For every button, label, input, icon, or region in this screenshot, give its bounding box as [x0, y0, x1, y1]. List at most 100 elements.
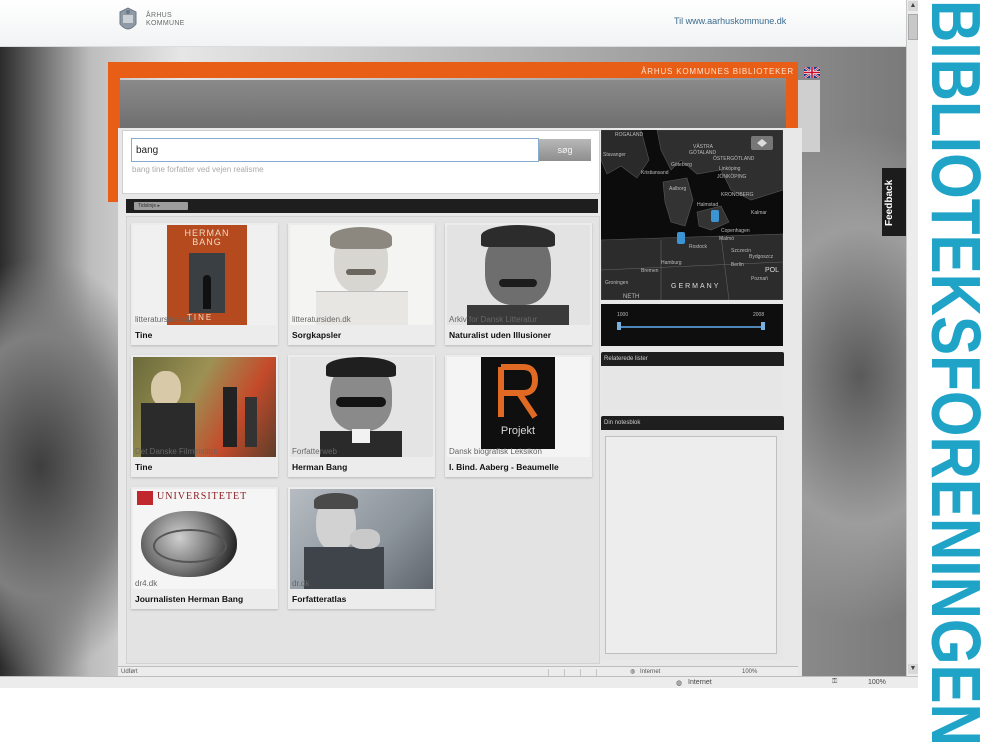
status-text: Udført: [121, 669, 138, 675]
book-cover-title-line: BANG: [192, 237, 222, 247]
timeline-slider[interactable]: 1000 2008: [601, 304, 783, 346]
map-label: Halmstad: [697, 202, 718, 208]
result-title[interactable]: Sorgkapsler: [292, 330, 341, 340]
globe-icon: ◍: [676, 680, 683, 687]
map-label: Berlin: [731, 262, 744, 268]
university-wordmark: UNIVERSITETET: [157, 491, 248, 502]
map-label: NETH: [623, 294, 639, 300]
portrait-photo-icon: [290, 489, 433, 589]
map-label: Groningen: [605, 280, 629, 286]
page-scrollbar[interactable]: ▲ ▼: [906, 0, 918, 676]
result-source: Dansk biografisk Leksikon: [449, 447, 542, 456]
result-source: litteratursiden.dk: [135, 315, 194, 324]
timeline-start-handle[interactable]: [617, 322, 621, 330]
map-country-label: GERMANY: [671, 283, 720, 290]
notepad-textarea[interactable]: [605, 436, 777, 654]
map-label: Stavanger: [603, 152, 626, 158]
map-label: KRONOBERG: [721, 192, 754, 198]
result-source: Forfatterweb: [292, 447, 337, 456]
related-lists-panel: [601, 366, 783, 410]
map-label: ÖSTERGÖTLAND: [713, 155, 755, 162]
municipality-name: ÅRHUS KOMMUNE: [146, 12, 185, 27]
portrait-photo-icon: [447, 225, 590, 325]
result-title[interactable]: I. Bind. Aaberg - Beaumelle: [449, 462, 559, 472]
map-label: VÄSTRA: [693, 143, 714, 150]
status-zoom[interactable]: 100%: [742, 669, 757, 675]
map-label: Kalmar: [751, 210, 767, 216]
map-label: Kristiansand: [641, 170, 669, 176]
result-title[interactable]: Tine: [135, 462, 152, 472]
english-flag-icon[interactable]: [804, 67, 820, 78]
notepad-panel: [601, 430, 783, 660]
map-widget[interactable]: ROGALAND Stavanger VÄSTRA GÖTALAND ÖSTER…: [601, 130, 783, 300]
municipality-header: ÅRHUS KOMMUNE Til www.aarhuskommune.dk: [0, 0, 906, 47]
projekt-wordmark: Projekt: [500, 425, 536, 437]
map-label: Bremen: [641, 268, 659, 274]
result-card[interactable]: Arkiv for Dansk Litteratur Naturalist ud…: [445, 223, 592, 345]
municipality-crest-icon: [119, 7, 137, 30]
result-card[interactable]: HERMAN BANG TINE litteratursiden.dk Tine: [131, 223, 278, 345]
scroll-down-icon[interactable]: ▼: [908, 664, 918, 674]
result-title[interactable]: Journalisten Herman Bang: [135, 594, 243, 604]
map-label: Poznań: [751, 276, 768, 282]
map-canvas: ROGALAND Stavanger VÄSTRA GÖTALAND ÖSTER…: [601, 130, 783, 300]
result-title[interactable]: Herman Bang: [292, 462, 347, 472]
result-title[interactable]: Tine: [135, 330, 152, 340]
result-source: dr.dk: [292, 579, 310, 588]
result-card[interactable]: Forfatterweb Herman Bang: [288, 355, 435, 477]
result-card[interactable]: dr.dk Forfatteratlas: [288, 487, 435, 609]
map-label: Göteborg: [671, 162, 692, 168]
app-banner-bar: [120, 80, 786, 128]
timeline-end-year: 2008: [753, 312, 765, 318]
status-zone: Internet: [640, 669, 661, 675]
scroll-thumb[interactable]: [908, 14, 918, 40]
result-source: litteratursiden.dk: [292, 315, 351, 324]
result-card[interactable]: UNIVERSITETET dr4.dk Journalisten Herman…: [131, 487, 278, 609]
map-label: Copenhagen: [721, 228, 750, 234]
map-label: Hamburg: [661, 260, 682, 266]
result-title[interactable]: Naturalist uden Illusioner: [449, 330, 551, 340]
feedback-tab[interactable]: Feedback: [882, 168, 906, 236]
map-label: Bydgoszcz: [749, 254, 774, 260]
status-zoom[interactable]: 100%: [868, 679, 886, 686]
book-cover-icon: HERMAN BANG TINE: [133, 225, 276, 325]
map-label: Linköping: [719, 166, 741, 172]
banner-wordmark-text: BIBLIOTEKSFORENINGEN: [926, 0, 992, 746]
map-label: Rostock: [689, 244, 708, 250]
portrait-photo-icon: [290, 357, 433, 457]
map-label: ROGALAND: [615, 132, 643, 138]
map-country-label: POL: [765, 267, 779, 274]
result-source: Arkiv for Dansk Litteratur: [449, 315, 538, 324]
status-zone: Internet: [688, 679, 712, 686]
municipality-website-link[interactable]: Til www.aarhuskommune.dk: [674, 16, 786, 26]
result-card[interactable]: Det Danske Filminstitut Tine: [131, 355, 278, 477]
result-card[interactable]: Projekt Dansk biografisk Leksikon I. Bin…: [445, 355, 592, 477]
result-source: dr4.dk: [135, 579, 158, 588]
search-input[interactable]: [131, 138, 539, 162]
map-label: JÖNKÖPING: [717, 173, 747, 180]
timeline-start-year: 1000: [617, 312, 629, 318]
search-suggestion[interactable]: bang tine forfatter ved vejen realisme: [132, 165, 264, 174]
result-title[interactable]: Forfatteratlas: [292, 594, 346, 604]
map-label: Malmö: [719, 236, 734, 242]
result-source: Det Danske Filminstitut: [135, 447, 218, 456]
r-letter-icon: [498, 364, 539, 419]
security-icon: ⚿: [832, 678, 838, 685]
scroll-up-icon[interactable]: ▲: [908, 1, 918, 11]
library-title: ÅRHUS KOMMUNES BIBLIOTEKER: [641, 67, 794, 76]
portrait-sketch-icon: [290, 225, 433, 325]
timeline-end-handle[interactable]: [761, 322, 765, 330]
globe-icon: ◍: [630, 669, 636, 675]
projekt-logo-icon: Projekt: [447, 357, 590, 457]
film-still-icon: [133, 357, 276, 457]
banner-wordmark: BIBLIOTEKSFORENINGEN: [926, 0, 992, 746]
timeline-track: [619, 326, 763, 328]
browser-status-bar: ◍ Internet ⚿ 100%: [0, 676, 918, 688]
map-label: Aalborg: [669, 186, 686, 192]
results-grid: HERMAN BANG TINE litteratursiden.dk Tine…: [126, 216, 600, 664]
search-button[interactable]: søg: [539, 139, 591, 161]
results-toolbar: Tidslinje ▸: [126, 199, 598, 213]
result-card[interactable]: litteratursiden.dk Sorgkapsler: [288, 223, 435, 345]
search-area: søg bang tine forfatter ved vejen realis…: [122, 130, 600, 194]
results-view-tab[interactable]: Tidslinje ▸: [134, 202, 188, 210]
